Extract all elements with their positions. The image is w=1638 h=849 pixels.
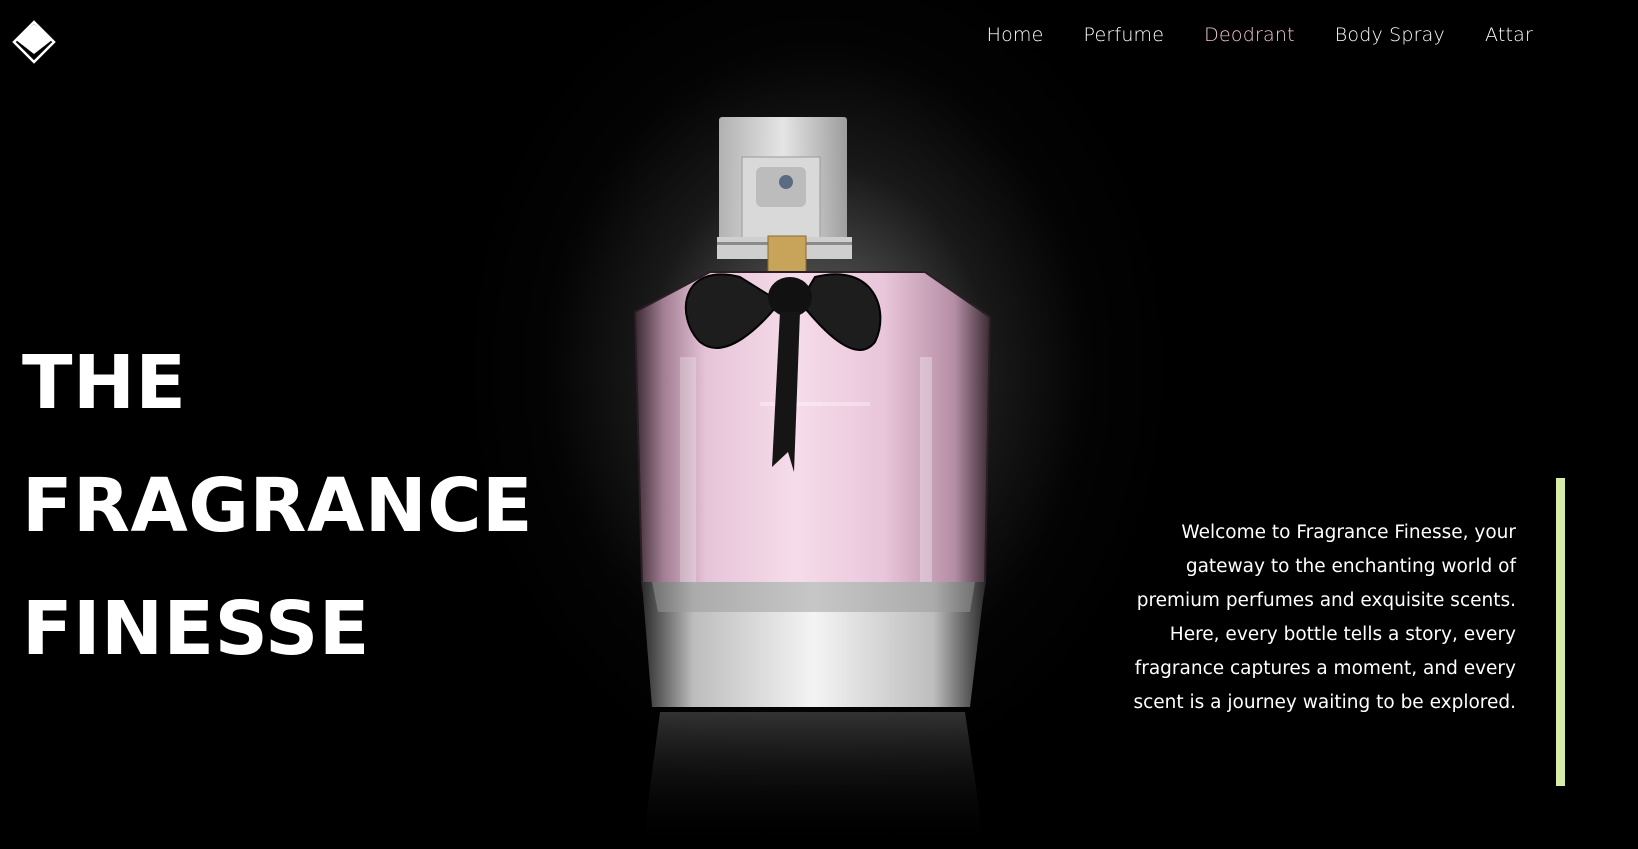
main-nav: Home Perfume Deodrant Body Spray Attar: [987, 24, 1533, 46]
nav-item-perfume[interactable]: Perfume: [1084, 24, 1165, 46]
nav-item-home[interactable]: Home: [987, 24, 1044, 46]
perfume-bottle-image: [590, 112, 1040, 849]
nav-item-attar[interactable]: Attar: [1485, 24, 1533, 46]
hero-title-line-1: THE: [22, 340, 187, 426]
accent-bar: [1556, 478, 1565, 786]
hero-title-line-2: FRAGRANCE: [22, 463, 534, 549]
hero-title-line-3: FINESSE: [22, 586, 370, 672]
hero-section: Home Perfume Deodrant Body Spray Attar T…: [0, 0, 1638, 849]
nav-item-body-spray[interactable]: Body Spray: [1335, 24, 1445, 46]
hero-title: THE FRAGRANCE FINESSE: [22, 322, 533, 691]
nav-item-deodrant[interactable]: Deodrant: [1204, 24, 1295, 46]
diamond-logo-icon[interactable]: [12, 20, 56, 64]
hero-description: Welcome to Fragrance Finesse, your gatew…: [1133, 521, 1516, 713]
